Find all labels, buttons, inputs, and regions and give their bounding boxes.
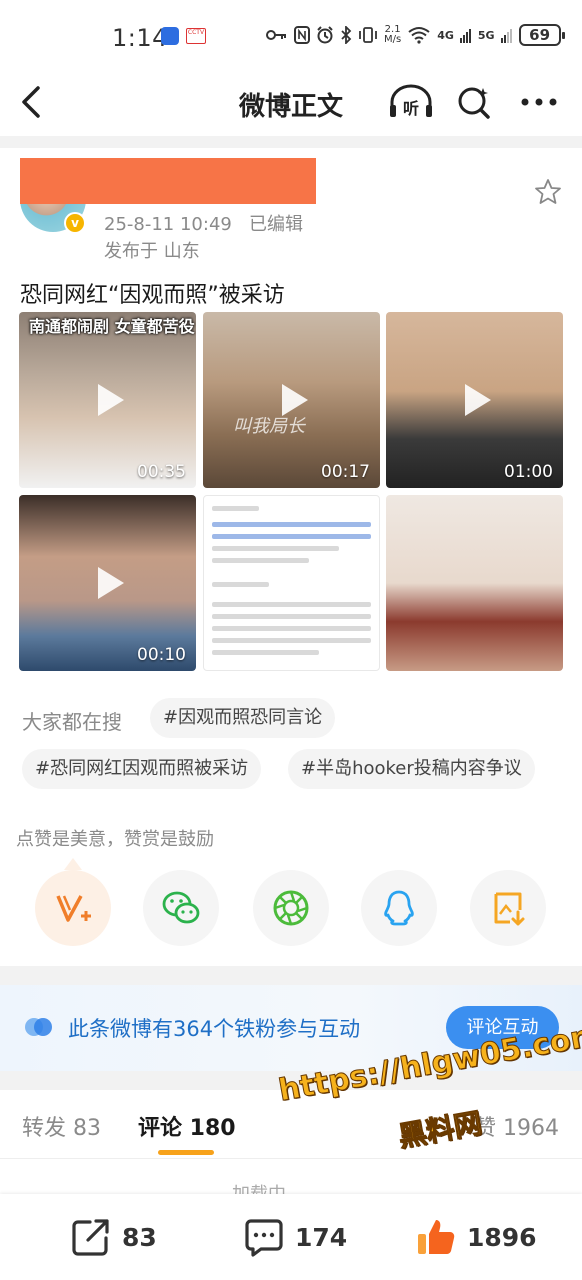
screenshot-line [212,522,371,527]
wechat-icon [162,891,200,924]
page-title: 微博正文 [238,92,343,122]
play-icon [97,384,124,416]
back-arrow-icon[interactable] [18,84,50,120]
section-separator [0,136,582,148]
more-options-icon[interactable] [520,92,558,112]
bluetooth-icon [341,26,352,44]
trending-tag[interactable]: #因观而照恐同言论 [150,698,336,738]
bottom-action-bar: 83 174 1896 [0,1194,582,1280]
signal-4g: 4G [437,28,454,42]
app-notification-icon [161,27,179,45]
media-video-3[interactable]: 01:00 [386,312,563,488]
like-count: 1896 [467,1222,537,1252]
repost-count: 83 [122,1222,157,1252]
save-image-button[interactable] [470,870,546,946]
thumbs-up-icon [418,1220,455,1254]
trending-tag[interactable]: #恐同网红因观而照被采访 [22,749,262,789]
play-icon [97,567,124,599]
active-tab-indicator [158,1150,214,1155]
listen-label: 听 [403,99,419,118]
save-image-icon [494,892,525,926]
like-button[interactable]: 1896 [415,1216,537,1258]
screenshot-line [212,614,371,619]
status-bar: 1:14 CCTV 2.1 M/s 4G 5G 69 [0,0,582,70]
comment-bubble-icon [245,1219,283,1257]
media-video-1[interactable]: 南通都闹剧 女童都苦役 00:35 [19,312,196,488]
section-separator [0,966,582,985]
divider [0,1158,582,1159]
key-icon [266,30,286,40]
screenshot-line [212,506,259,511]
video-duration: 01:00 [504,462,553,482]
screenshot-line [212,650,319,655]
screenshot-line [212,558,309,563]
network-speed: 2.1 M/s [384,25,401,45]
top-nav-bar: 微博正文 听 [0,70,582,136]
signal-5g: 5G [477,28,495,42]
share-qq-button[interactable] [361,870,437,946]
post-timestamp: 25-8-11 10:49 [104,214,232,235]
status-time: 1:14 [112,24,168,52]
v-plus-icon [56,895,91,922]
video-duration: 00:35 [137,462,186,482]
signal-bars-icon-2 [500,29,512,43]
play-icon [464,384,491,416]
v-plus-reward-button[interactable] [35,870,111,946]
tab-like[interactable]: 赞 1964 [474,1110,559,1142]
media-video-4[interactable]: 00:10 [19,495,196,671]
video-duration: 00:17 [321,462,370,482]
post-meta-time: 25-8-11 10:49 已编辑 [104,210,303,236]
tab-repost[interactable]: 转发 83 [22,1110,101,1142]
tv-app-notification-icon: CCTV [186,28,206,44]
video-duration: 00:10 [137,645,186,665]
alarm-icon [317,26,333,44]
media-image-photo[interactable] [386,495,563,671]
favorite-star-icon[interactable] [534,178,562,206]
share-arrow-icon [72,1219,109,1256]
tab-comment[interactable]: 评论 180 [138,1110,236,1142]
trending-tag[interactable]: #半岛hooker投稿内容争议 [288,749,535,789]
vibrate-icon [359,27,377,43]
post-text: 恐同网红“因观而照”被采访 [20,283,285,308]
screenshot-line [212,626,371,631]
share-wechat-button[interactable] [143,870,219,946]
pointer-caret [64,858,82,870]
share-moments-button[interactable] [253,870,329,946]
post-location: 发布于 山东 [104,241,200,262]
qq-icon [384,890,414,926]
nfc-icon [294,26,310,44]
screenshot-line [212,582,269,587]
moments-icon [273,890,309,926]
screenshot-line [212,602,371,607]
media-image-screenshot[interactable] [203,495,380,671]
battery-indicator: 69 [518,24,565,46]
video-banner-text: 南通都闹剧 女童都苦役 [29,317,195,336]
wifi-icon [408,27,430,44]
reward-hint-text: 点赞是美意，赞赏是鼓励 [16,829,214,850]
verified-badge-icon: v [64,212,86,234]
status-icons: 2.1 M/s 4G 5G 69 [266,24,565,46]
fan-interaction-text: 此条微博有364个铁粉参与互动 [68,1017,361,1041]
search-icon[interactable] [456,84,492,120]
fan-badge-icon [25,1018,52,1036]
screenshot-line [212,638,371,643]
comment-count: 174 [295,1222,348,1252]
repost-button[interactable]: 83 [70,1216,157,1258]
comment-button[interactable]: 174 [243,1216,347,1258]
screenshot-line [212,546,339,551]
network-speed-unit: M/s [384,34,402,45]
post-edited-label: 已编辑 [249,214,304,235]
play-icon [281,384,308,416]
screenshot-line [212,534,371,539]
media-video-2[interactable]: 叫我局长 00:17 [203,312,380,488]
listen-headphones-icon[interactable]: 听 [388,84,434,120]
site-watermark-name: 黑料网 [395,1106,485,1154]
trending-search-label: 大家都在搜 [22,710,122,734]
signal-bars-icon [459,29,471,43]
author-name-redacted[interactable] [20,158,316,204]
